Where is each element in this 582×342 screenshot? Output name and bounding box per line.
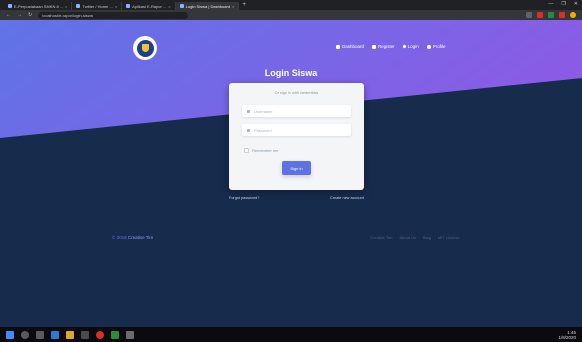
task-view-icon[interactable]: [36, 330, 44, 339]
chrome-icon[interactable]: [96, 330, 104, 339]
app-icon[interactable]: [111, 330, 119, 339]
bookmark-star-icon[interactable]: [526, 12, 532, 18]
close-tab-icon[interactable]: ×: [232, 4, 234, 9]
browser-tab[interactable]: E-Perpustakaan SMKN 8 ... ×: [4, 2, 73, 10]
profile-avatar-icon[interactable]: [570, 12, 576, 18]
new-tab-button[interactable]: +: [239, 2, 246, 8]
favicon-icon: [179, 4, 184, 8]
clock-date: 1/8/2020: [558, 335, 576, 340]
os-taskbar: 1:45 1/8/2020: [0, 327, 582, 342]
close-window-button[interactable]: ✕: [574, 1, 578, 7]
edge-icon[interactable]: [51, 330, 59, 339]
reload-icon[interactable]: ↻: [28, 12, 32, 18]
card-subtitle: Or sign in with credentials: [274, 91, 319, 95]
page-viewport: Dashboard Register Login Profile Login S…: [0, 20, 582, 327]
extension-icon[interactable]: [559, 12, 565, 18]
address-bar[interactable]: localhost/e-rapor/login-siswa: [38, 11, 189, 19]
login-card: Or sign in with credentials Remember me …: [229, 83, 364, 190]
extension-icon[interactable]: [548, 12, 554, 18]
footer-link[interactable]: MIT License: [438, 235, 460, 240]
footer-link[interactable]: About Us: [399, 235, 415, 240]
planet-icon: [336, 44, 340, 49]
nav-label: Register: [378, 44, 395, 49]
lock-icon: [247, 128, 250, 132]
footer-brand-link[interactable]: Creative Tim: [128, 235, 153, 240]
copyright-text: © 2018: [112, 235, 127, 240]
sign-in-button[interactable]: Sign in: [282, 161, 311, 175]
close-tab-icon[interactable]: ×: [115, 4, 117, 9]
nav-item-dashboard[interactable]: Dashboard: [336, 44, 364, 49]
store-icon[interactable]: [81, 330, 89, 339]
tab-label: E-Perpustakaan SMKN 8 ...: [14, 3, 64, 9]
back-icon[interactable]: ←: [6, 12, 11, 18]
extension-icon[interactable]: [537, 12, 543, 18]
window-controls: — ❐ ✕: [548, 1, 578, 7]
key-icon: [402, 44, 407, 49]
footer-links: Creative Tim About Us Blog MIT License: [370, 235, 460, 240]
circle-icon: [372, 44, 377, 49]
user-icon: [426, 44, 431, 49]
start-menu-icon[interactable]: [6, 330, 14, 339]
toolbar-extensions: [526, 12, 576, 18]
username-field[interactable]: [242, 105, 351, 117]
tab-label: Login Siswa | Dashboard: [185, 3, 231, 9]
footer-link[interactable]: Creative Tim: [370, 235, 392, 240]
close-tab-icon[interactable]: ×: [168, 4, 170, 9]
footer-link[interactable]: Blog: [423, 235, 431, 240]
school-logo[interactable]: [133, 36, 157, 60]
app-icon[interactable]: [126, 330, 134, 339]
forgot-password-link[interactable]: Forgot password?: [229, 196, 259, 200]
nav-item-profile[interactable]: Profile: [426, 44, 446, 49]
browser-toolbar: ← → ↻ localhost/e-rapor/login-siswa: [0, 10, 582, 20]
favicon-icon: [76, 4, 81, 8]
nav-item-login[interactable]: Login: [402, 44, 419, 49]
password-field[interactable]: [242, 124, 351, 136]
create-account-link[interactable]: Create new account: [330, 196, 364, 200]
close-tab-icon[interactable]: ×: [65, 4, 67, 9]
browser-tab[interactable]: Aplikasi E-Rapor ... ×: [122, 2, 176, 10]
browser-tab[interactable]: Twitter / Home ... ×: [72, 2, 123, 10]
remember-label: Remember me: [252, 148, 279, 153]
logo-emblem-icon: [136, 39, 154, 57]
username-input[interactable]: [254, 108, 344, 114]
browser-tab-active[interactable]: Login Siswa | Dashboard ×: [175, 2, 240, 10]
folder-icon[interactable]: [66, 330, 74, 339]
footer-copyright: © 2018 Creative Tim: [112, 235, 153, 240]
system-tray-clock[interactable]: 1:45 1/8/2020: [558, 330, 576, 340]
email-icon: [247, 109, 250, 113]
nav-label: Dashboard: [342, 44, 365, 49]
forward-icon[interactable]: →: [17, 12, 22, 18]
browser-tab-strip: E-Perpustakaan SMKN 8 ... × Twitter / Hom…: [0, 0, 582, 10]
nav-label: Login: [407, 44, 419, 49]
page-title: Login Siswa: [264, 68, 318, 78]
favicon-icon: [8, 4, 12, 8]
remember-checkbox[interactable]: [244, 148, 249, 153]
search-icon[interactable]: [21, 330, 29, 339]
minimize-button[interactable]: —: [548, 1, 553, 7]
address-text: localhost/e-rapor/login-siswa: [42, 12, 93, 18]
nav-label: Profile: [432, 44, 446, 49]
remember-me[interactable]: Remember me: [244, 148, 278, 153]
top-navigation: Dashboard Register Login Profile: [336, 44, 446, 49]
maximize-button[interactable]: ❐: [561, 1, 565, 7]
password-input[interactable]: [254, 127, 344, 133]
nav-item-register[interactable]: Register: [372, 44, 395, 49]
tab-label: Aplikasi E-Rapor ...: [132, 3, 167, 9]
tab-label: Twitter / Home ...: [82, 3, 113, 9]
favicon-icon: [126, 4, 131, 8]
